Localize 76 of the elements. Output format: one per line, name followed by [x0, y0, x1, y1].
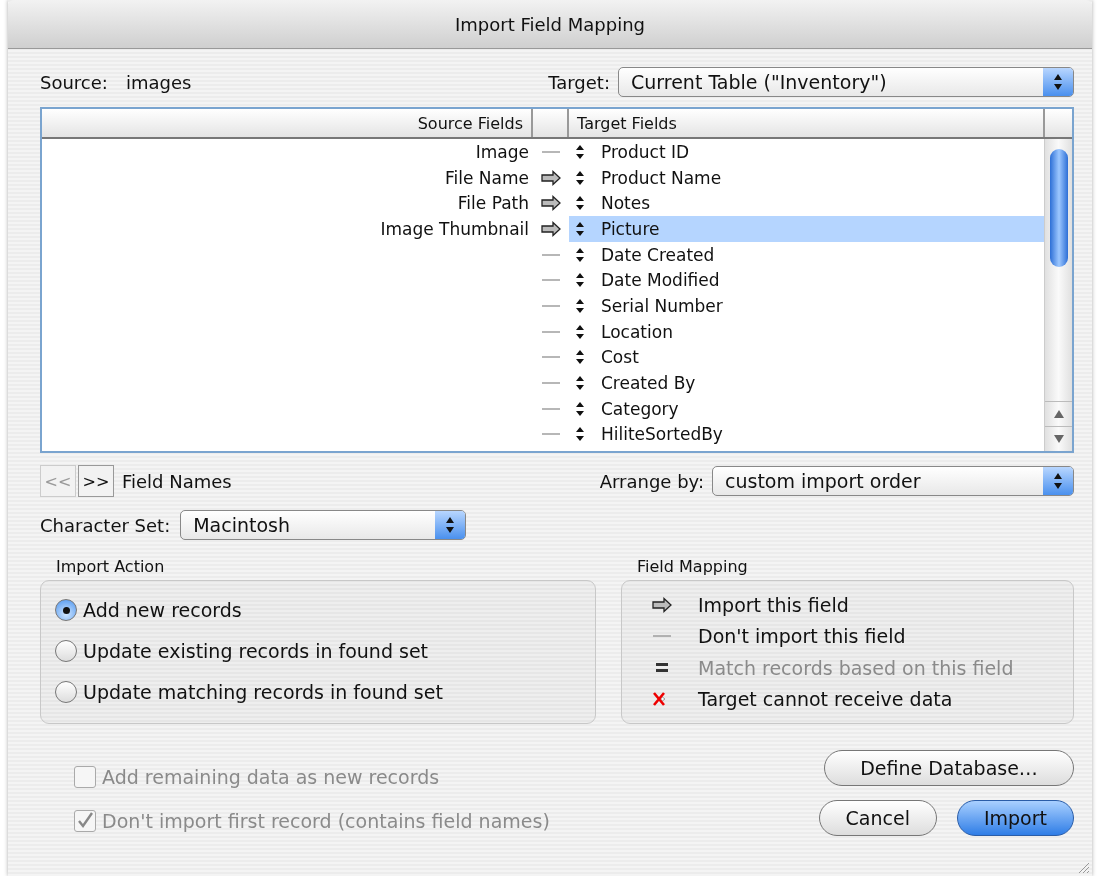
source-label: Source: — [40, 71, 108, 93]
dash-icon — [541, 279, 561, 282]
radio-button[interactable] — [55, 681, 77, 703]
arrange-by-popup[interactable]: custom import order — [712, 466, 1074, 496]
arrange-by-label: Arrange by: — [599, 470, 704, 492]
legend-text: Target cannot receive data — [698, 688, 953, 711]
dash-icon — [541, 433, 561, 436]
target-field-row[interactable]: Serial Number — [569, 293, 1044, 319]
reorder-handle-icon — [575, 427, 585, 442]
dash-icon — [541, 150, 561, 153]
reorder-handle-icon — [575, 298, 585, 313]
resize-grip[interactable] — [1076, 860, 1092, 876]
column-header[interactable]: Source Fields — [42, 109, 533, 137]
push-button[interactable]: Import — [956, 800, 1074, 836]
import-arrow-icon — [541, 220, 561, 237]
push-button[interactable]: Define Database… — [824, 750, 1074, 786]
target-field-row[interactable]: Date Modified — [569, 267, 1044, 294]
radio-option[interactable]: Add new records — [55, 593, 581, 627]
dash-icon — [541, 382, 561, 385]
target-field-row[interactable]: Date Created — [569, 241, 1044, 268]
target-field-row[interactable]: Created By — [569, 370, 1044, 396]
stepper-icon — [1052, 73, 1064, 91]
reorder-handle-icon — [575, 144, 585, 159]
target-field-row[interactable]: Cost — [569, 344, 1044, 371]
push-button[interactable]: Cancel — [818, 800, 937, 836]
target-field-row[interactable]: Notes — [569, 190, 1044, 217]
reorder-handle-icon — [575, 376, 585, 391]
radio-option[interactable]: Update matching records in found set — [55, 675, 581, 709]
reorder-handle-icon — [575, 273, 585, 288]
group-title: Import Action — [56, 557, 166, 576]
dash-icon — [541, 304, 561, 307]
legend-text: Don't import this field — [698, 625, 906, 648]
group-title: Field Mapping — [637, 557, 749, 576]
target-field-row[interactable]: Location — [569, 318, 1044, 345]
dash-icon — [541, 330, 561, 333]
target-field-row[interactable]: Category — [569, 395, 1044, 422]
reorder-handle-icon — [575, 247, 585, 262]
target-field-row[interactable]: Picture — [569, 216, 1044, 242]
target-field-row[interactable]: Product ID — [569, 139, 1044, 165]
source-field-cell: Image — [475, 141, 529, 162]
scroll-thumb[interactable] — [1049, 149, 1068, 267]
legend-text: Import this field — [698, 593, 849, 616]
import-arrow-icon — [652, 596, 672, 613]
import-arrow-icon — [541, 169, 561, 186]
import-arrow-icon — [541, 195, 561, 212]
scrollbar[interactable] — [1044, 139, 1072, 451]
target-label: Target: — [548, 71, 610, 93]
character-set-label: Character Set: — [40, 514, 171, 536]
target-field-row[interactable]: HiliteSortedBy — [569, 421, 1044, 448]
field-names-label: Field Names — [122, 470, 232, 492]
target-popup[interactable]: Current Table ("Inventory") — [618, 67, 1074, 97]
column-header[interactable]: Target Fields — [569, 109, 1045, 137]
target-field-row[interactable]: Product Name — [569, 164, 1044, 191]
source-field-cell: File Name — [445, 167, 529, 188]
radio-button[interactable] — [55, 599, 77, 621]
reorder-handle-icon — [575, 196, 585, 211]
character-set-popup[interactable]: Macintosh — [180, 510, 467, 540]
stepper-icon — [444, 516, 457, 534]
next-button[interactable]: >> — [78, 465, 114, 497]
legend-text: Match records based on this field — [698, 656, 1014, 679]
source-value: images — [125, 71, 192, 93]
reorder-handle-icon — [575, 350, 585, 365]
reorder-handle-icon — [575, 401, 585, 416]
dash-icon — [541, 253, 561, 256]
dash-icon — [541, 356, 561, 359]
reorder-handle-icon — [575, 324, 585, 339]
dash-icon — [541, 407, 561, 410]
source-field-cell: File Path — [457, 193, 529, 214]
radio-option[interactable]: Update existing records in found set — [55, 634, 581, 668]
window-title: Import Field Mapping — [455, 13, 645, 35]
dash-icon — [652, 635, 672, 638]
source-field-cell: Image Thumbnail — [380, 218, 529, 239]
radio-button[interactable] — [55, 640, 77, 662]
stepper-icon — [1052, 472, 1064, 490]
reorder-handle-icon — [575, 170, 585, 185]
reorder-handle-icon — [575, 221, 585, 236]
